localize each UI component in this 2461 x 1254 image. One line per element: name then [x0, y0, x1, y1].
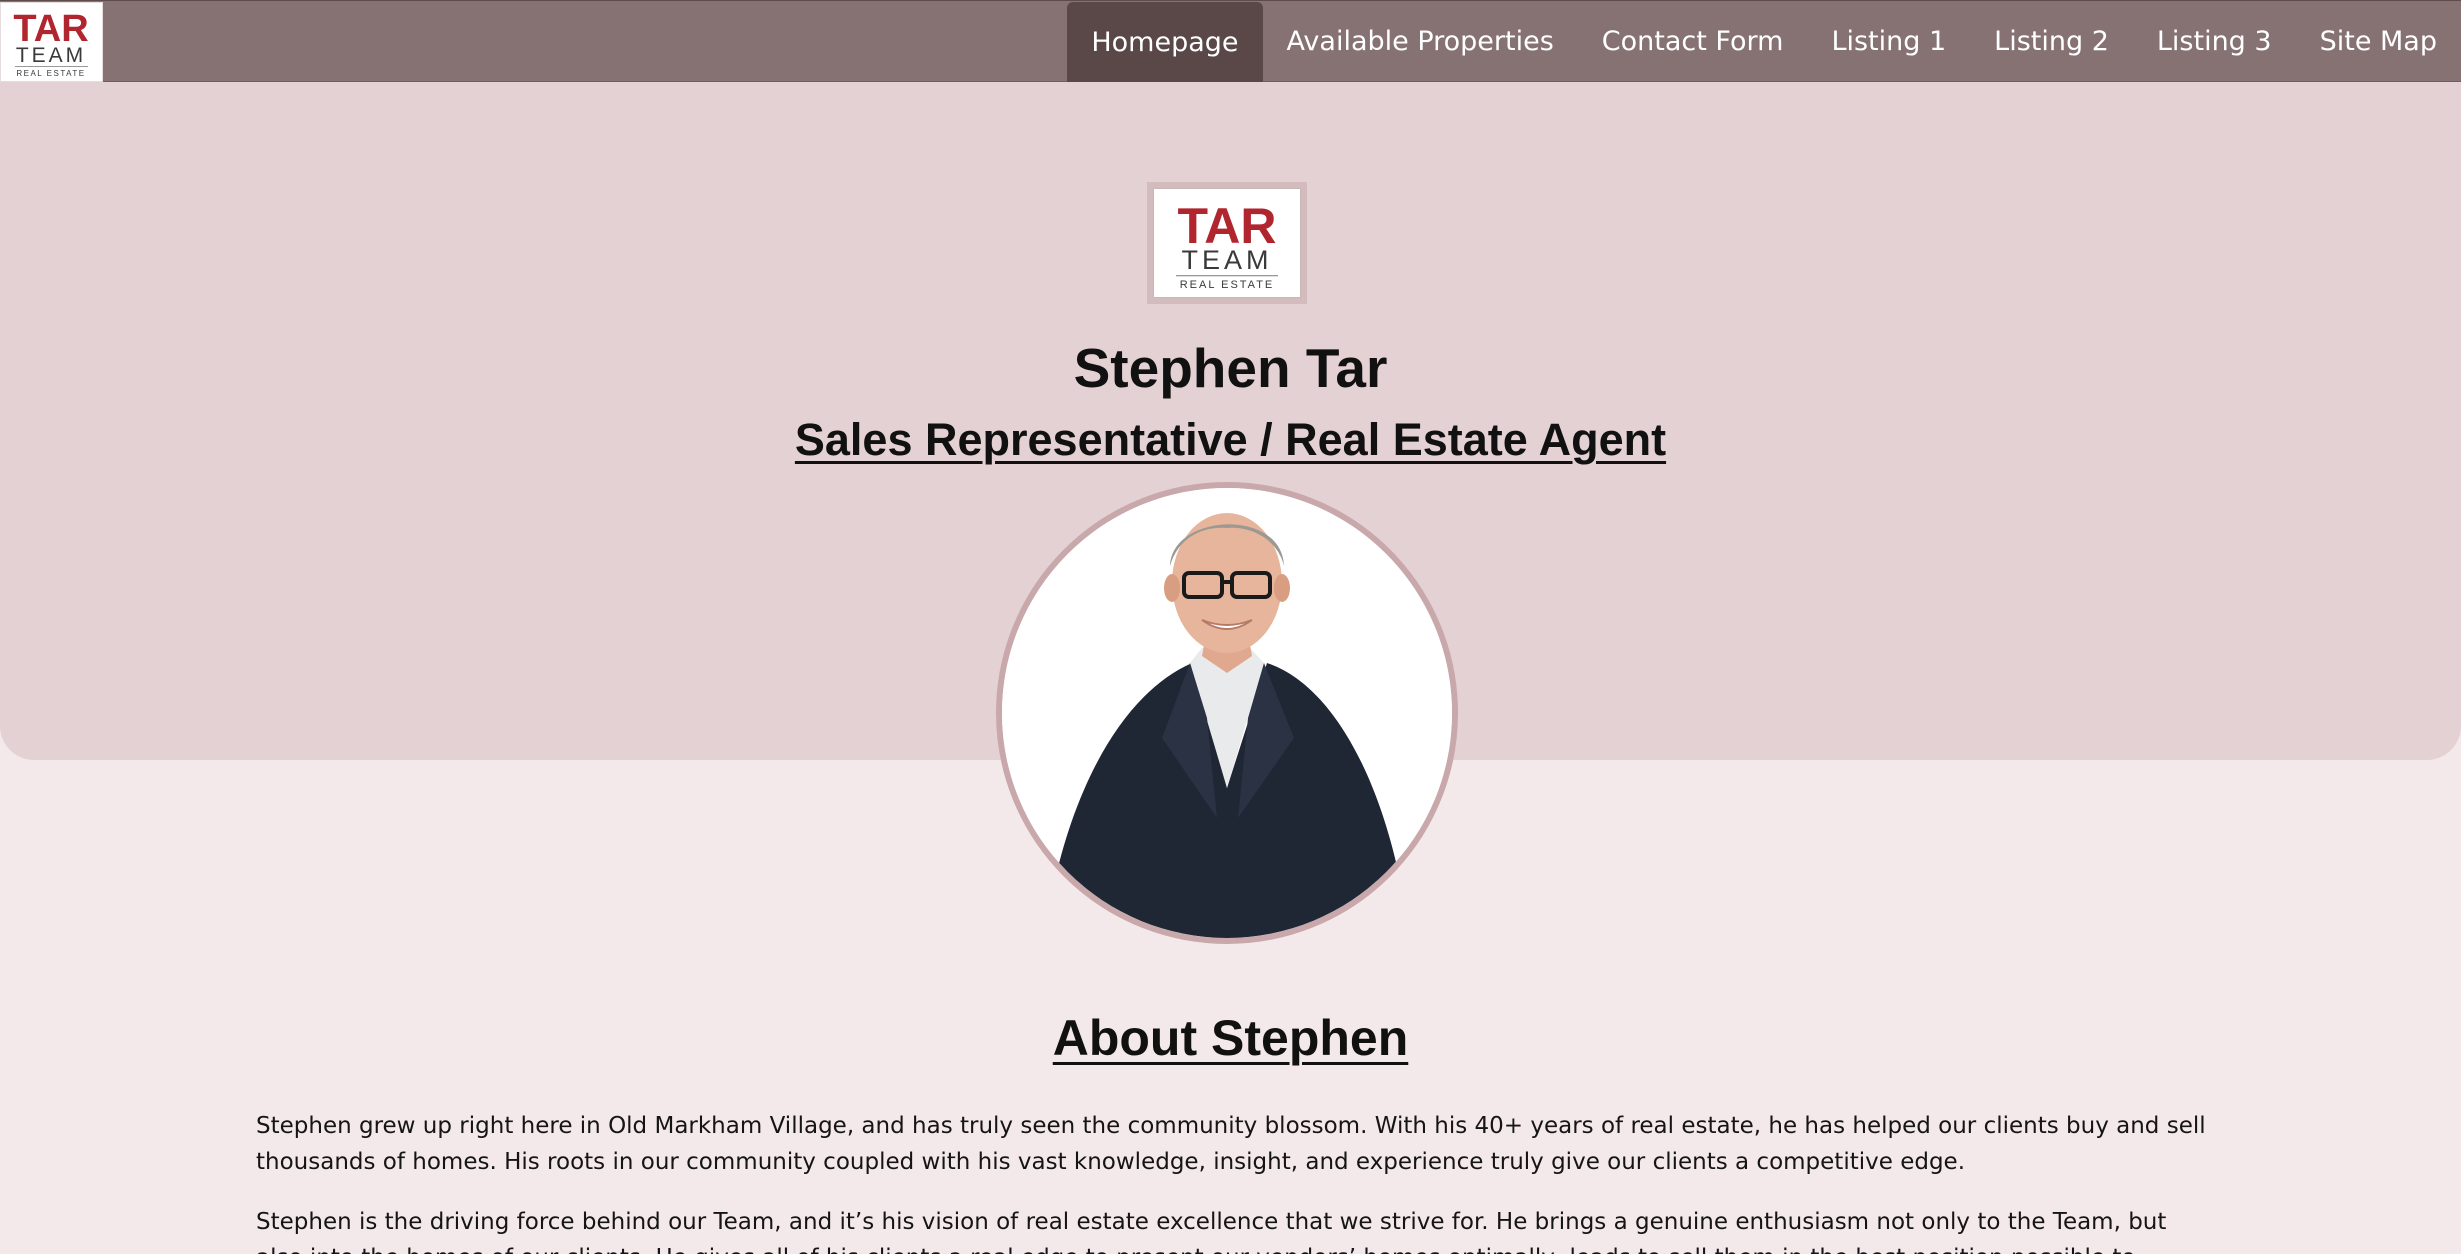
nav-item-listing-1[interactable]: Listing 1 — [1807, 1, 1970, 83]
agent-name: Stephen Tar — [1073, 337, 1388, 399]
nav-item-listing-3[interactable]: Listing 3 — [2133, 1, 2296, 83]
hero-logo: TAR TEAM REAL ESTATE — [1153, 188, 1301, 298]
svg-text:TEAM: TEAM — [16, 44, 86, 67]
agent-portrait — [996, 482, 1458, 944]
svg-text:REAL ESTATE: REAL ESTATE — [1180, 279, 1275, 291]
tar-team-logo-icon: TAR TEAM REAL ESTATE — [1176, 198, 1278, 291]
svg-text:REAL ESTATE: REAL ESTATE — [16, 69, 85, 78]
agent-title: Sales Representative / Real Estate Agent — [794, 414, 1667, 465]
nav-item-site-map[interactable]: Site Map — [2296, 1, 2461, 83]
nav-item-listing-2[interactable]: Listing 2 — [1970, 1, 2133, 83]
nav-item-available-properties[interactable]: Available Properties — [1263, 1, 1578, 83]
agent-photo-image — [1002, 488, 1452, 938]
top-navbar: TAR TEAM REAL ESTATE Homepage Available … — [0, 0, 2461, 83]
main-nav-menu: Homepage Available Properties Contact Fo… — [1067, 1, 2461, 83]
nav-item-homepage[interactable]: Homepage — [1067, 2, 1263, 83]
about-heading: About Stephen — [1052, 1010, 1409, 1066]
about-paragraph: Stephen grew up right here in Old Markha… — [256, 1113, 2206, 1175]
hero-logo-frame: TAR TEAM REAL ESTATE — [1147, 182, 1307, 304]
svg-text:TEAM: TEAM — [1181, 245, 1272, 275]
tar-team-logo-icon: TAR TEAM REAL ESTATE — [13, 8, 88, 78]
about-paragraph: Stephen is the driving force behind our … — [256, 1209, 2167, 1254]
nav-item-contact-form[interactable]: Contact Form — [1578, 1, 1808, 83]
brand-logo[interactable]: TAR TEAM REAL ESTATE — [0, 2, 103, 82]
